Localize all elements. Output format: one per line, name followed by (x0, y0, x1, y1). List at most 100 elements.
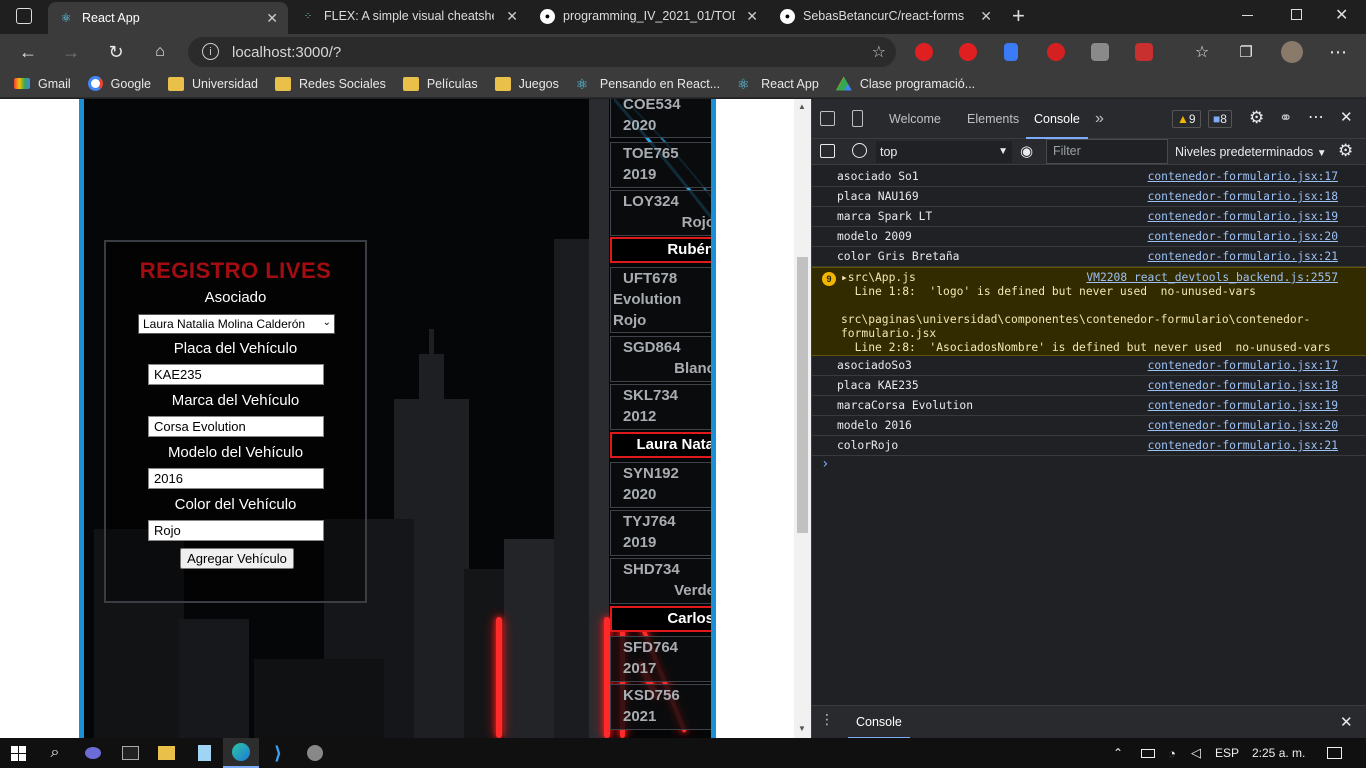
page-scrollbar[interactable]: ▲ ▼ (794, 99, 811, 738)
tab-console[interactable]: Console (1026, 99, 1088, 139)
plate-input[interactable]: KAE235 (148, 364, 324, 385)
bookmark-folder-redes-sociales[interactable]: Redes Sociales (274, 76, 386, 91)
source-link[interactable]: contenedor-formulario.jsx:20 (1148, 230, 1338, 243)
more-icon[interactable]: ⋯ (1324, 38, 1352, 66)
site-info-icon[interactable]: i (202, 43, 219, 60)
bookmark-pensando-en-react[interactable]: ⚛ Pensando en React... (576, 76, 720, 92)
tab-react-forms[interactable]: ● SebasBetancurC/react-forms ✕ (770, 0, 1002, 32)
extension-icon[interactable] (1135, 43, 1153, 61)
console-warning-row[interactable]: 9 ▸src\App.js Line 1:8: 'logo' is define… (812, 267, 1366, 356)
connection-icon[interactable]: ⚭ (1279, 108, 1292, 128)
messages-badge[interactable]: ■8 (1208, 110, 1232, 128)
more-tabs-icon[interactable]: » (1095, 99, 1104, 139)
chevron-up-icon[interactable]: ⌃ (1106, 738, 1130, 768)
tab-flex[interactable]: ⁘ FLEX: A simple visual cheatsheet ✕ (290, 0, 528, 32)
refresh-icon[interactable]: ↻ (102, 38, 130, 66)
source-link[interactable]: contenedor-formulario.jsx:20 (1148, 419, 1338, 432)
language-indicator[interactable]: ESP (1215, 738, 1239, 768)
source-link[interactable]: contenedor-formulario.jsx:19 (1148, 399, 1338, 412)
back-icon[interactable]: ← (14, 38, 42, 66)
restore-icon[interactable] (1291, 9, 1302, 20)
vscode-icon[interactable]: ⟩ (260, 738, 296, 768)
forward-icon[interactable]: → (57, 38, 85, 66)
source-link[interactable]: contenedor-formulario.jsx:19 (1148, 210, 1338, 223)
close-icon[interactable]: ✕ (266, 10, 278, 27)
source-link[interactable]: contenedor-formulario.jsx:21 (1148, 250, 1338, 263)
source-link[interactable]: contenedor-formulario.jsx:17 (1148, 359, 1338, 372)
home-icon[interactable]: ⌂ (146, 38, 174, 66)
more-options-icon[interactable]: ⋯ (1308, 107, 1324, 127)
extension-icon[interactable] (1091, 43, 1109, 61)
new-tab-button[interactable]: + (1012, 3, 1025, 29)
close-devtools-icon[interactable]: ✕ (1340, 108, 1353, 126)
notepad-icon[interactable] (186, 738, 222, 768)
inspect-icon[interactable] (820, 111, 835, 126)
app-icon[interactable] (297, 738, 333, 768)
bookmark-react-app[interactable]: ⚛ React App (737, 76, 819, 92)
source-link[interactable]: contenedor-formulario.jsx:18 (1148, 379, 1338, 392)
context-select[interactable]: top ▼ (876, 141, 1012, 163)
scroll-up-icon[interactable]: ▲ (798, 102, 806, 111)
close-drawer-icon[interactable]: ✕ (1340, 713, 1353, 731)
extension-icon[interactable] (915, 43, 933, 61)
terminal-icon[interactable] (112, 738, 148, 768)
bookmark-gmail[interactable]: Gmail (14, 77, 71, 91)
bookmark-folder-peliculas[interactable]: Películas (402, 76, 478, 91)
scrollbar-thumb[interactable] (797, 257, 808, 533)
eye-icon[interactable]: ◉ (1020, 142, 1033, 160)
notifications-icon[interactable] (1316, 738, 1352, 768)
device-toolbar-icon[interactable] (852, 110, 863, 127)
start-icon[interactable] (0, 738, 36, 768)
extension-icon[interactable] (959, 43, 977, 61)
clock[interactable]: 2:25 a. m. (1252, 738, 1305, 768)
source-link[interactable]: VM2208 react_devtools_backend.js:2557 (1086, 271, 1338, 284)
favorites-icon[interactable]: ☆ (1188, 38, 1216, 66)
app-icon[interactable] (75, 738, 111, 768)
favorite-star-icon[interactable]: ☆ (872, 42, 886, 62)
model-input[interactable]: 2016 (148, 468, 324, 489)
bookmark-extension-icon[interactable] (1004, 43, 1018, 61)
search-icon[interactable]: ⌕ (37, 738, 73, 768)
extension-icon[interactable] (1047, 43, 1065, 61)
sidebar-toggle-icon[interactable] (820, 144, 835, 158)
minimize-icon[interactable] (1242, 15, 1253, 16)
battery-icon[interactable] (1136, 738, 1160, 768)
window-close-icon[interactable]: ✕ (1335, 5, 1348, 25)
console-prompt[interactable]: › (812, 456, 1366, 476)
bookmark-folder-juegos[interactable]: Juegos (494, 76, 559, 91)
source-link[interactable]: contenedor-formulario.jsx:18 (1148, 190, 1338, 203)
wifi-icon[interactable]: ◔ (1160, 738, 1184, 768)
console-settings-icon[interactable]: ⚙ (1338, 141, 1353, 161)
avatar[interactable] (1281, 41, 1303, 63)
drawer-tab-console[interactable]: Console (848, 706, 910, 739)
volume-icon[interactable]: ◁ (1184, 738, 1208, 768)
log-levels-select[interactable]: Niveles predeterminados ▼ (1175, 139, 1327, 165)
tab-actions-icon[interactable] (16, 8, 32, 24)
color-input[interactable]: Rojo (148, 520, 324, 541)
file-explorer-icon[interactable] (148, 738, 184, 768)
close-icon[interactable]: ✕ (746, 8, 758, 25)
source-link[interactable]: contenedor-formulario.jsx:21 (1148, 439, 1338, 452)
warnings-badge[interactable]: ▲9 (1172, 110, 1201, 128)
tab-programming[interactable]: ● programming_IV_2021_01/TODO ✕ (530, 0, 768, 32)
bookmark-clase-programacion[interactable]: Clase programació... (835, 76, 975, 91)
tab-elements[interactable]: Elements (967, 99, 1019, 139)
add-vehicle-button[interactable]: Agregar Vehículo (180, 548, 294, 569)
edge-icon[interactable] (223, 738, 259, 768)
brand-input[interactable]: Corsa Evolution (148, 416, 324, 437)
bookmark-google[interactable]: Google (87, 76, 151, 91)
clear-console-icon[interactable] (852, 143, 867, 158)
tab-react-app[interactable]: ⚛ React App ✕ (48, 2, 288, 34)
address-bar[interactable]: i localhost:3000/? ☆ (188, 37, 896, 67)
tab-welcome[interactable]: Welcome (889, 99, 941, 139)
close-icon[interactable]: ✕ (980, 8, 992, 25)
drawer-menu-icon[interactable]: ⋮ (820, 711, 834, 728)
settings-icon[interactable]: ⚙ (1249, 108, 1264, 128)
associate-select[interactable]: Laura Natalia Molina Calderón ⌄ (138, 314, 335, 334)
source-link[interactable]: contenedor-formulario.jsx:17 (1148, 170, 1338, 183)
bookmark-folder-universidad[interactable]: Universidad (167, 76, 258, 91)
scroll-down-icon[interactable]: ▼ (798, 724, 806, 733)
collections-icon[interactable]: ❐ (1232, 38, 1260, 66)
close-icon[interactable]: ✕ (506, 8, 518, 25)
filter-input[interactable]: Filter (1046, 139, 1168, 164)
